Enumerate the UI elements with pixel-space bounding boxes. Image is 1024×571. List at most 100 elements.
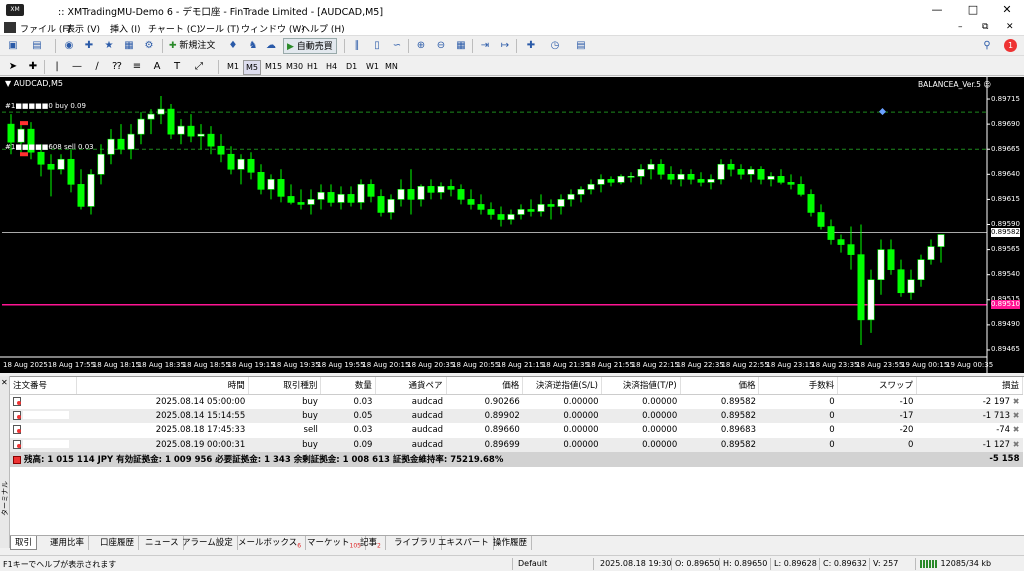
profiles-icon[interactable]: ▤: [30, 39, 44, 53]
terminal-tab[interactable]: 操作履歴: [489, 536, 533, 550]
column-header[interactable]: 通貨ペア: [375, 377, 447, 395]
new-chart-icon[interactable]: ▣: [6, 39, 20, 53]
column-header[interactable]: 注文番号: [10, 377, 78, 395]
column-header[interactable]: スワップ: [837, 377, 917, 395]
timeframe-d1[interactable]: D1: [344, 60, 359, 73]
timeframe-m15[interactable]: M15: [263, 60, 284, 73]
terminal-tab[interactable]: アラーム設定: [178, 536, 238, 550]
candle: [377, 196, 385, 213]
profile-name[interactable]: Default: [518, 559, 547, 568]
candle: [257, 172, 265, 190]
timeframe-m5[interactable]: M5: [243, 60, 261, 75]
column-header[interactable]: 手数料: [758, 377, 839, 395]
crosshair-icon[interactable]: ✚: [26, 60, 40, 74]
menu-tools[interactable]: ツール (T): [197, 22, 239, 35]
chart-close-button[interactable]: ✕: [1006, 22, 1014, 32]
close-order-icon[interactable]: ✖: [1013, 425, 1020, 434]
candlestick-plot[interactable]: [0, 77, 1024, 373]
menu-file[interactable]: ファイル (F): [20, 22, 71, 35]
terminal-side-tab[interactable]: ターミナル: [0, 376, 10, 548]
menu-window[interactable]: ウィンドウ (W): [241, 22, 305, 35]
data-window-icon[interactable]: ✚: [82, 39, 96, 53]
column-header[interactable]: 数量: [320, 377, 376, 395]
bar-chart-icon[interactable]: ∥: [350, 39, 364, 53]
terminal-tab[interactable]: エキスパート: [434, 536, 494, 550]
timeframe-h4[interactable]: H4: [324, 60, 339, 73]
close-terminal-icon[interactable]: ✕: [1, 378, 8, 387]
menu-help[interactable]: ヘルプ (H): [301, 22, 345, 35]
close-order-icon[interactable]: ✖: [1013, 397, 1020, 406]
balance-summary-row: 残高: 1 015 114 JPY 有効証拠金: 1 009 956 必要証拠金…: [10, 452, 1023, 467]
horizontal-line-icon[interactable]: —: [70, 60, 84, 74]
candle: [437, 186, 445, 193]
chart-minimize-button[interactable]: –: [958, 22, 963, 32]
table-row[interactable]: 2025.08.14 15:14:55 buy 0.05 audcad 0.89902 0…: [10, 408, 1023, 423]
timeframe-w1[interactable]: W1: [364, 60, 381, 73]
periods-icon[interactable]: ◷: [548, 39, 562, 53]
minimize-button[interactable]: —: [920, 0, 954, 20]
close-order-icon[interactable]: ✖: [1013, 440, 1020, 449]
fibonacci-icon[interactable]: ≡: [130, 60, 144, 74]
order-line-label[interactable]: #1■■■■■0 buy 0.09: [5, 102, 86, 110]
terminal-tab[interactable]: 運用比率: [46, 536, 90, 550]
templates-icon[interactable]: ▤: [574, 39, 588, 53]
column-header[interactable]: 価格: [446, 377, 524, 395]
chart-restore-button[interactable]: ⧉: [982, 22, 988, 32]
market-watch-icon[interactable]: ◉: [62, 39, 76, 53]
candle: [357, 184, 365, 203]
auto-trading-button[interactable]: ▶ 自動売買: [283, 38, 337, 54]
indicators-icon[interactable]: ✚: [524, 39, 538, 53]
timeframe-mn[interactable]: MN: [383, 60, 400, 73]
terminal-tab[interactable]: 記事2: [356, 536, 386, 550]
notification-icon[interactable]: 1: [1004, 39, 1017, 52]
close-order-icon[interactable]: ✖: [1013, 411, 1020, 420]
order-icon: [13, 396, 21, 406]
column-header[interactable]: 損益: [916, 377, 1024, 395]
zoom-out-icon[interactable]: ⊖: [434, 39, 448, 53]
close-window-button[interactable]: ✕: [990, 0, 1024, 20]
menu-chart[interactable]: チャート (C): [148, 22, 200, 35]
menu-view[interactable]: 表示 (V): [66, 22, 100, 35]
terminal-icon[interactable]: ▦: [122, 39, 136, 53]
column-header[interactable]: 価格: [680, 377, 760, 395]
search-icon[interactable]: ⚲: [980, 39, 994, 53]
column-header[interactable]: 時間: [76, 377, 249, 395]
chart-shift-icon[interactable]: ↦: [498, 39, 512, 53]
auto-scroll-icon[interactable]: ⇥: [478, 39, 492, 53]
chart-window-icon[interactable]: [4, 22, 16, 33]
tile-windows-icon[interactable]: ▦: [454, 39, 468, 53]
line-chart-icon[interactable]: ∽: [390, 39, 404, 53]
timeframe-m30[interactable]: M30: [284, 60, 305, 73]
terminal-tab[interactable]: 取引: [10, 536, 38, 550]
timeframe-m1[interactable]: M1: [225, 60, 241, 73]
menu-insert[interactable]: 挿入 (I): [110, 22, 141, 35]
vertical-line-icon[interactable]: |: [50, 60, 64, 74]
new-order-button[interactable]: ✚ 新規注文: [166, 38, 218, 54]
candlestick-chart-icon[interactable]: ▯: [370, 39, 384, 53]
vps-icon[interactable]: ☁: [264, 39, 278, 53]
equidistant-channel-icon[interactable]: ⁇: [110, 60, 124, 74]
table-row[interactable]: 2025.08.18 17:45:33 sell 0.03 audcad 0.89660…: [10, 423, 1023, 438]
terminal-tab[interactable]: メールボックス6: [234, 536, 307, 550]
zoom-in-icon[interactable]: ⊕: [414, 39, 428, 53]
text-label-icon[interactable]: T: [170, 60, 184, 74]
order-line-label[interactable]: #1■■■■■608 sell 0.03: [5, 143, 94, 151]
table-row[interactable]: 2025.08.14 05:00:00 buy 0.03 audcad 0.90266 0…: [10, 394, 1023, 409]
timeframe-h1[interactable]: H1: [305, 60, 320, 73]
strategy-tester-icon[interactable]: ⚙: [142, 39, 156, 53]
cursor-icon[interactable]: ➤: [6, 60, 20, 74]
column-header[interactable]: 取引種別: [248, 377, 322, 395]
navigator-icon[interactable]: ★: [102, 39, 116, 53]
column-header[interactable]: 決済指値(T/P): [601, 377, 681, 395]
metaeditor-icon[interactable]: ♦: [226, 39, 240, 53]
price-chart[interactable]: ▼ AUDCAD,M5 BALANCEA_Ver.5 ☺ #1■■■■■0 bu…: [0, 77, 1024, 373]
expert-advisor-label[interactable]: BALANCEA_Ver.5 ☺: [918, 80, 991, 89]
text-icon[interactable]: A: [150, 60, 164, 74]
trendline-icon[interactable]: ∕: [90, 60, 104, 74]
maximize-button[interactable]: □: [956, 0, 990, 20]
table-row[interactable]: 2025.08.19 00:00:31 buy 0.09 audcad 0.89699 0…: [10, 437, 1023, 452]
arrows-icon[interactable]: ⤢: [192, 60, 206, 74]
terminal-tab[interactable]: 口座履歴: [96, 536, 140, 550]
column-header[interactable]: 決済逆指値(S/L): [522, 377, 603, 395]
signals-icon[interactable]: ♞: [246, 39, 260, 53]
